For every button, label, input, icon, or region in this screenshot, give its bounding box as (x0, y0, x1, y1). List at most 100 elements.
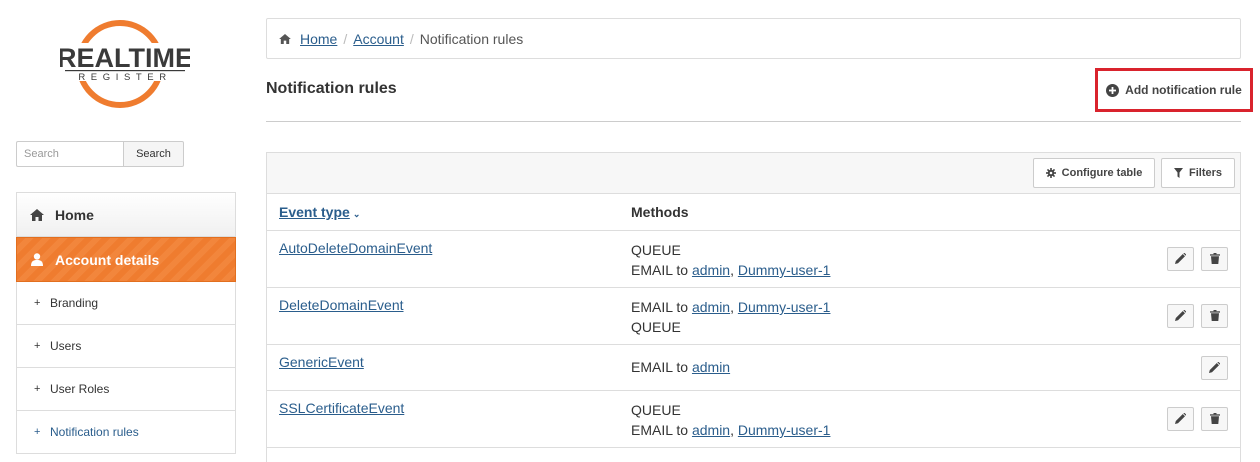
table-row: AutoDeleteDomainEvent QUEUE EMAIL to adm… (267, 231, 1240, 288)
method-text: QUEUE (631, 402, 681, 418)
sidebar-subitem-label: User Roles (50, 382, 110, 396)
configure-table-label: Configure table (1061, 167, 1143, 179)
breadcrumb-home-link[interactable]: Home (300, 31, 337, 47)
sidebar-search: Search (16, 141, 184, 167)
event-type-link[interactable]: DeleteDomainEvent (279, 297, 404, 313)
column-header-label: Event type (279, 204, 350, 220)
recipient-link[interactable]: Dummy-user-1 (738, 299, 831, 315)
pencil-icon (1175, 412, 1187, 427)
method-line: EMAIL to admin, Dummy-user-1 (631, 297, 830, 317)
breadcrumb-separator: / (409, 30, 414, 47)
method-text: , (730, 422, 738, 438)
trash-icon (1209, 412, 1220, 427)
method-text: EMAIL to (631, 422, 692, 438)
sidebar-subitem-label: Branding (50, 296, 99, 310)
edit-button[interactable] (1201, 356, 1228, 380)
method-line: EMAIL to admin, Dummy-user-1 (631, 260, 830, 280)
breadcrumb-current: Notification rules (419, 30, 524, 47)
method-text: QUEUE (631, 319, 681, 335)
gear-icon (1045, 168, 1056, 178)
table-header: Event type ⌄ Methods (267, 194, 1240, 231)
method-text: , (730, 299, 738, 315)
edit-button[interactable] (1167, 407, 1194, 431)
recipient-link[interactable]: Dummy-user-1 (738, 422, 831, 438)
sidebar-subitem-users[interactable]: + Users (16, 325, 236, 368)
recipient-link[interactable]: Dummy-user-1 (738, 262, 831, 278)
pencil-icon (1209, 361, 1221, 376)
table-row: DeleteDomainEvent EMAIL to admin, Dummy-… (267, 288, 1240, 345)
logo-text-register: REGISTER (78, 72, 171, 83)
recipient-link[interactable]: admin (692, 299, 730, 315)
notification-rules-table: Configure table Filters Event type ⌄ Meth… (266, 152, 1241, 462)
delete-button[interactable] (1201, 407, 1228, 431)
method-text: EMAIL to (631, 299, 692, 315)
filters-button[interactable]: Filters (1161, 158, 1235, 188)
event-type-link[interactable]: SSLCertificateEvent (279, 400, 404, 416)
breadcrumb-account-link[interactable]: Account (353, 31, 404, 47)
title-divider (266, 121, 1241, 122)
method-line: EMAIL to admin (631, 357, 730, 377)
sidebar-subitem-label: Notification rules (50, 425, 139, 439)
recipient-link[interactable]: admin (692, 262, 730, 278)
sort-chevron-down-icon: ⌄ (352, 209, 361, 219)
method-text: , (730, 262, 738, 278)
filter-icon (1173, 168, 1183, 178)
configure-table-button[interactable]: Configure table (1033, 158, 1155, 188)
method-text: EMAIL to (631, 262, 692, 278)
home-icon (279, 33, 293, 44)
recipient-link[interactable]: admin (692, 359, 730, 375)
edit-button[interactable] (1167, 304, 1194, 328)
sidebar-item-account-details[interactable]: Account details (16, 237, 236, 282)
methods-cell: EMAIL to admin (631, 357, 730, 377)
method-line: QUEUE (631, 317, 830, 337)
sidebar-subitem-notification-rules[interactable]: + Notification rules (16, 411, 236, 454)
recipient-link[interactable]: admin (692, 422, 730, 438)
trash-icon (1209, 252, 1220, 267)
plus-icon: + (34, 383, 41, 395)
pencil-icon (1175, 252, 1187, 267)
filters-label: Filters (1188, 167, 1222, 179)
logo-text-realtime: REALTIME (60, 43, 190, 73)
user-icon (29, 252, 45, 268)
event-type-link[interactable]: AutoDeleteDomainEvent (279, 240, 432, 256)
delete-button[interactable] (1201, 247, 1228, 271)
table-row: GenericEvent EMAIL to admin (267, 345, 1240, 391)
sidebar-item-home[interactable]: Home (16, 192, 236, 237)
home-icon (29, 207, 45, 223)
delete-button[interactable] (1201, 304, 1228, 328)
row-actions (1201, 356, 1228, 380)
methods-cell: QUEUE EMAIL to admin, Dummy-user-1 (631, 400, 830, 440)
sidebar-item-label: Account details (55, 251, 160, 268)
page-title: Notification rules (266, 80, 397, 97)
plus-icon: + (34, 340, 41, 352)
row-actions (1167, 247, 1228, 271)
breadcrumb-separator: / (343, 30, 348, 47)
pencil-icon (1175, 309, 1187, 324)
column-header-event-type[interactable]: Event type ⌄ (279, 204, 360, 220)
method-line: QUEUE (631, 240, 830, 260)
sidebar-subitem-user-roles[interactable]: + User Roles (16, 368, 236, 411)
methods-cell: QUEUE EMAIL to admin, Dummy-user-1 (631, 240, 830, 280)
row-actions (1167, 407, 1228, 431)
add-notification-rule-button[interactable]: Add notification rule (1095, 68, 1253, 112)
breadcrumb: Home / Account / Notification rules (266, 18, 1241, 59)
sidebar-nav: Home Account details + Branding + Users … (16, 192, 236, 454)
edit-button[interactable] (1167, 247, 1194, 271)
realtime-register-logo[interactable]: REALTIME REGISTER (57, 18, 193, 113)
search-button[interactable]: Search (123, 141, 184, 167)
table-row: SSLCertificateEvent QUEUE EMAIL to admin… (267, 391, 1240, 448)
sidebar-subitem-branding[interactable]: + Branding (16, 282, 236, 325)
sidebar-item-label: Home (55, 206, 94, 223)
search-input[interactable] (16, 141, 123, 167)
trash-icon (1209, 309, 1220, 324)
methods-cell: EMAIL to admin, Dummy-user-1 QUEUE (631, 297, 830, 337)
plus-icon: + (34, 297, 41, 309)
add-notification-rule-label: Add notification rule (1125, 83, 1242, 97)
method-line: QUEUE (631, 400, 830, 420)
table-toolbar: Configure table Filters (267, 153, 1240, 194)
plus-circle-icon (1106, 83, 1120, 97)
row-actions (1167, 304, 1228, 328)
method-text: QUEUE (631, 242, 681, 258)
plus-icon: + (34, 426, 41, 438)
event-type-link[interactable]: GenericEvent (279, 354, 364, 370)
